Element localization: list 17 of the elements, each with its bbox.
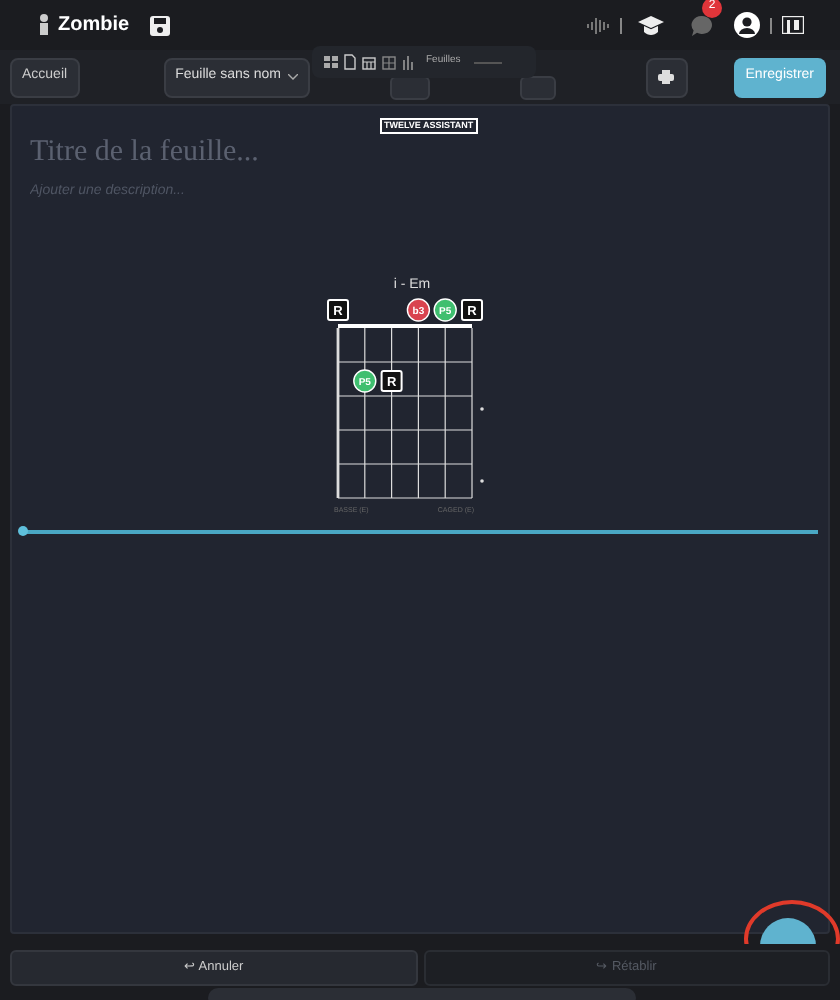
bars-icon[interactable] [402,55,416,69]
figure-icon [36,14,52,36]
document-icon[interactable] [344,54,356,70]
grid-icon[interactable] [324,56,338,68]
project-name: Zombie [58,12,130,40]
graduation-cap-icon[interactable] [638,15,664,35]
table-icon[interactable] [382,55,396,69]
waveform-icon[interactable] [586,15,610,35]
print-button[interactable] [645,57,687,97]
user-icon[interactable] [734,12,760,38]
chat-icon[interactable] [690,13,714,37]
save-icon[interactable] [149,15,170,35]
calendar-icon[interactable] [362,55,376,69]
logo-icon[interactable] [782,16,804,34]
title-field[interactable]: Titre de la feuille... [30,132,790,172]
timeline-handle[interactable] [18,526,28,536]
chevron-icon [287,74,297,80]
